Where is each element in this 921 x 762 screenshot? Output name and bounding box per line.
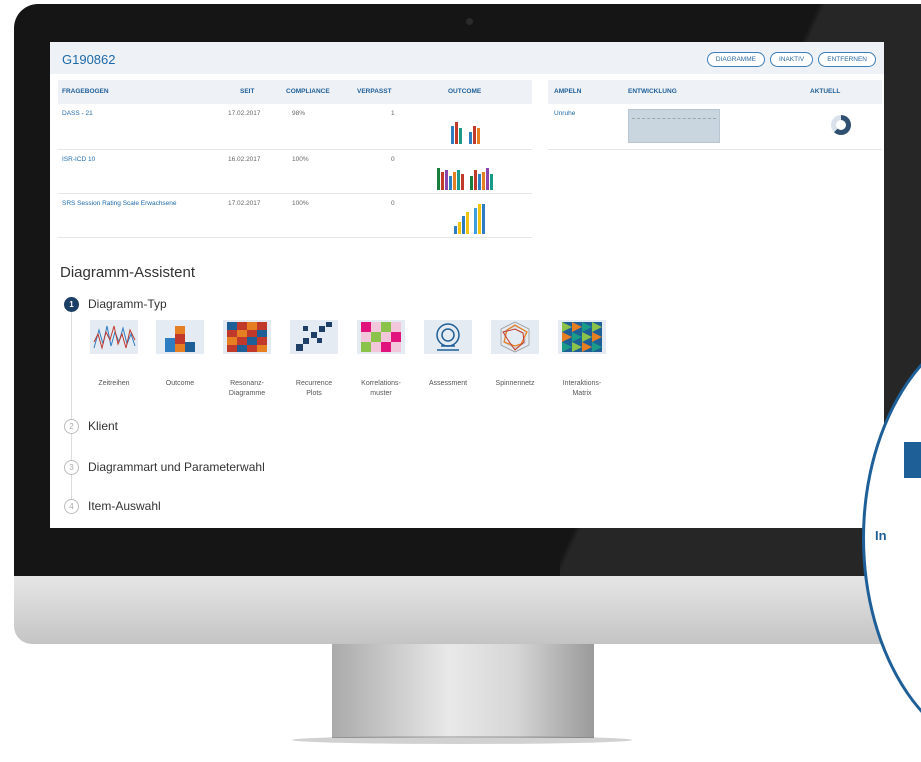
monitor-photo: G190862 DIAGRAMME INAKTIV ENTFERNEN FRAG… xyxy=(0,0,921,762)
stand-shadow xyxy=(292,736,632,744)
entwicklung-sparkline xyxy=(628,109,720,143)
col-compliance: COMPLIANCE xyxy=(286,88,330,95)
monitor-stand xyxy=(332,644,594,738)
table-row[interactable]: ISR-ICD 10 16.02.2017 100% 0 xyxy=(58,150,532,194)
verpasst-value: 1 xyxy=(391,110,395,117)
zeitreihen-tile[interactable] xyxy=(90,320,138,354)
step-label: Diagramm-Typ xyxy=(88,297,167,311)
table-header: FRAGEBOGEN SEIT COMPLIANCE VERPASST OUTC… xyxy=(58,80,532,104)
patient-header: G190862 DIAGRAMME INAKTIV ENTFERNEN xyxy=(50,42,884,74)
questionnaire-link[interactable]: SRS Session Rating Scale Erwachsene xyxy=(62,200,177,207)
table-row[interactable]: SRS Session Rating Scale Erwachsene 17.0… xyxy=(58,194,532,238)
col-aktuell: AKTUELL xyxy=(810,88,841,95)
type-label-line2: Plots xyxy=(306,390,322,397)
verpasst-value: 0 xyxy=(391,156,395,163)
type-label: Recurrence Plots xyxy=(282,379,346,399)
step-diagramm-typ[interactable]: 1 Diagramm-Typ xyxy=(64,296,167,312)
ampel-table: AMPELN ENTWICKLUNG AKTUELL Unruhe xyxy=(548,80,882,150)
type-label-line1: Interaktions- xyxy=(562,380,602,387)
type-label-line1: Spinnennetz xyxy=(495,380,535,387)
outcome-minichart xyxy=(451,122,480,144)
questionnaire-link[interactable]: DASS - 21 xyxy=(62,110,93,117)
type-label: Assessment xyxy=(416,379,480,389)
type-label-line2: Diagramme xyxy=(228,390,266,397)
type-label: Outcome xyxy=(148,379,212,389)
compliance-value: 100% xyxy=(292,156,309,163)
seit-value: 17.02.2017 xyxy=(228,200,261,207)
aktuell-donut xyxy=(831,115,851,135)
patient-id: G190862 xyxy=(62,52,116,67)
app-screen: G190862 DIAGRAMME INAKTIV ENTFERNEN FRAG… xyxy=(50,42,884,528)
inaktiv-button[interactable]: INAKTIV xyxy=(769,52,814,67)
step-label: Klient xyxy=(88,419,119,433)
assessment-icon xyxy=(436,323,460,351)
compliance-value: 100% xyxy=(292,200,309,207)
ampel-row[interactable]: Unruhe xyxy=(548,104,882,150)
diagramme-button[interactable]: DIAGRAMME xyxy=(706,52,765,67)
ampel-header: AMPELN ENTWICKLUNG AKTUELL xyxy=(548,80,882,104)
korrelation-icon xyxy=(361,322,401,352)
step-number: 2 xyxy=(64,418,79,434)
type-label: Korrelations-muster xyxy=(349,379,413,399)
callout-glyph xyxy=(904,442,921,478)
zeitreihen-icon xyxy=(93,325,136,350)
resonanz-icon xyxy=(227,322,267,352)
type-label-line1: Korrelations- xyxy=(361,380,401,387)
type-label: Interaktions- Matrix xyxy=(550,379,614,399)
outcome-minichart xyxy=(454,204,485,234)
camera-dot xyxy=(466,18,473,25)
recurrence-plots-tile[interactable] xyxy=(290,320,338,354)
col-ampeln: AMPELN xyxy=(554,88,582,95)
step-number: 4 xyxy=(64,498,79,514)
outcome-minichart xyxy=(437,168,493,190)
table-row[interactable]: DASS - 21 17.02.2017 98% 1 xyxy=(58,104,532,150)
seit-value: 16.02.2017 xyxy=(228,156,261,163)
step-number: 3 xyxy=(64,459,79,475)
korrelationsmuster-tile[interactable] xyxy=(357,320,405,354)
type-label: Zeitreihen xyxy=(82,379,146,389)
col-fragebogen: FRAGEBOGEN xyxy=(62,88,109,95)
type-label-line1: Assessment xyxy=(428,380,468,387)
step-diagrammart[interactable]: 3 Diagrammart und Parameterwahl xyxy=(64,459,265,475)
step-label: Diagrammart und Parameterwahl xyxy=(88,460,265,474)
outcome-icon xyxy=(165,326,195,352)
type-label-line2: muster xyxy=(370,390,392,397)
type-label-line1: Recurrence xyxy=(295,380,333,387)
type-label-line1: Resonanz- xyxy=(230,380,264,387)
questionnaire-link[interactable]: ISR-ICD 10 xyxy=(62,156,95,163)
assistant-title: Diagramm-Assistent xyxy=(60,264,196,281)
seit-value: 17.02.2017 xyxy=(228,110,261,117)
col-entwicklung: ENTWICKLUNG xyxy=(628,88,677,95)
callout-text: In xyxy=(875,528,887,543)
verpasst-value: 0 xyxy=(391,200,395,207)
header-buttons: DIAGRAMME INAKTIV ENTFERNEN xyxy=(706,52,876,67)
spinnennetz-tile[interactable] xyxy=(491,320,539,354)
recurrence-icon xyxy=(296,322,332,351)
col-outcome: OUTCOME xyxy=(448,88,482,95)
interaktions-matrix-tile[interactable] xyxy=(558,320,606,354)
step-item-auswahl[interactable]: 4 Item-Auswahl xyxy=(64,498,161,514)
col-seit: SEIT xyxy=(240,88,255,95)
step-label: Item-Auswahl xyxy=(88,499,161,513)
assessment-tile[interactable] xyxy=(424,320,472,354)
type-label: Resonanz- Diagramme xyxy=(215,379,279,399)
ampel-name[interactable]: Unruhe xyxy=(554,110,575,117)
type-label: Spinnennetz xyxy=(483,379,547,389)
type-label-line1: Zeitreihen xyxy=(98,380,130,387)
monitor-chin xyxy=(14,576,921,644)
step-number: 1 xyxy=(64,296,79,312)
compliance-value: 98% xyxy=(292,110,306,117)
spinnennetz-icon xyxy=(500,321,530,353)
questionnaire-table: FRAGEBOGEN SEIT COMPLIANCE VERPASST OUTC… xyxy=(58,80,532,238)
interaktion-icon xyxy=(562,322,602,352)
col-verpasst: VERPASST xyxy=(357,88,392,95)
step-klient[interactable]: 2 Klient xyxy=(64,418,118,434)
type-label-line1: Outcome xyxy=(165,380,195,387)
type-label-line2: Matrix xyxy=(572,390,592,397)
outcome-tile[interactable] xyxy=(156,320,204,354)
resonanz-diagramme-tile[interactable] xyxy=(223,320,271,354)
entfernen-button[interactable]: ENTFERNEN xyxy=(818,52,876,67)
